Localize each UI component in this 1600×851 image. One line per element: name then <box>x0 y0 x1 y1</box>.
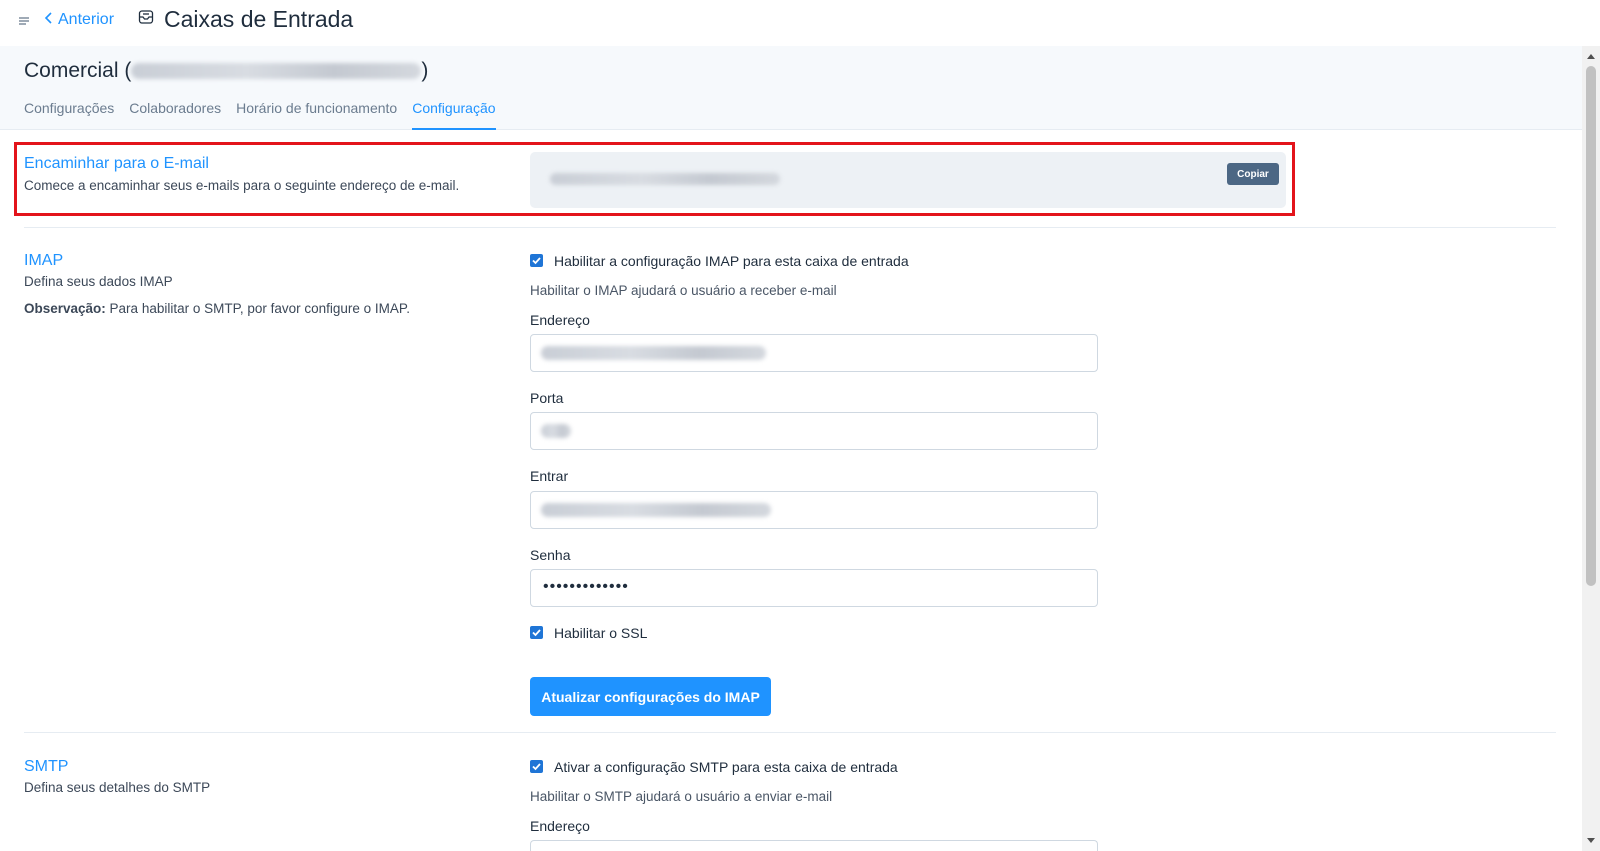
imap-note-text: Para habilitar o SMTP, por favor configu… <box>105 301 410 316</box>
imap-note: Observação: Para habilitar o SMTP, por f… <box>24 301 410 316</box>
imap-login-input[interactable] <box>530 491 1098 529</box>
imap-help: Habilitar o IMAP ajudará o usuário a rec… <box>530 283 837 298</box>
imap-description: Defina seus dados IMAP <box>24 274 173 289</box>
inbox-icon <box>138 9 154 30</box>
settings-tabs: Configurações Colaboradores Horário de f… <box>24 100 496 130</box>
page-title: Caixas de Entrada <box>164 5 354 32</box>
page-title-wrap: Caixas de Entrada <box>138 4 353 34</box>
tab-colaboradores[interactable]: Colaboradores <box>129 100 221 130</box>
imap-ssl-label[interactable]: Habilitar o SSL <box>554 625 647 641</box>
hamburger-icon[interactable] <box>18 14 30 26</box>
smtp-title: SMTP <box>24 758 69 775</box>
imap-login-label: Entrar <box>530 468 569 484</box>
imap-port-input[interactable] <box>530 412 1098 450</box>
imap-address-redacted <box>541 346 766 360</box>
imap-port-label: Porta <box>530 390 564 406</box>
scroll-up-icon[interactable] <box>1587 54 1595 59</box>
tab-configuracoes[interactable]: Configurações <box>24 100 114 130</box>
inbox-header: Comercial ( ) Configurações Colaboradore… <box>0 46 1582 130</box>
imap-port-redacted <box>541 424 571 438</box>
smtp-description: Defina seus detalhes do SMTP <box>24 780 211 795</box>
top-bar: Anterior Caixas de Entrada <box>0 0 1600 46</box>
imap-title: IMAP <box>24 252 64 269</box>
inbox-name: Comercial ( ) <box>24 59 428 83</box>
back-button[interactable]: Anterior <box>44 9 114 31</box>
imap-password-input[interactable]: ••••••••••••• <box>530 569 1098 607</box>
forward-email-redacted <box>550 173 780 185</box>
imap-enable-checkbox[interactable] <box>530 254 543 267</box>
scroll-thumb[interactable] <box>1586 66 1596 586</box>
forward-title: Encaminhar para o E-mail <box>24 155 209 172</box>
smtp-help: Habilitar o SMTP ajudará o usuário a env… <box>530 789 833 804</box>
smtp-address-label: Endereço <box>530 818 590 834</box>
imap-note-label: Observação: <box>24 301 106 316</box>
forward-email-field[interactable] <box>530 152 1286 208</box>
chevron-left-icon <box>44 11 54 30</box>
copy-button[interactable]: Copiar <box>1227 163 1279 185</box>
imap-address-input[interactable] <box>530 334 1098 372</box>
tab-horario[interactable]: Horário de funcionamento <box>236 100 397 130</box>
inbox-name-suffix: ) <box>421 59 429 82</box>
update-imap-button[interactable]: Atualizar configurações do IMAP <box>530 677 771 716</box>
scrollbar[interactable] <box>1582 46 1600 851</box>
divider <box>24 732 1556 733</box>
forward-description: Comece a encaminhar seus e-mails para o … <box>24 178 460 193</box>
imap-address-label: Endereço <box>530 312 590 328</box>
imap-login-redacted <box>541 503 771 517</box>
imap-enable-label[interactable]: Habilitar a configuração IMAP para esta … <box>554 253 909 269</box>
inbox-name-prefix: Comercial ( <box>24 59 132 82</box>
inbox-email-redacted <box>131 63 422 79</box>
divider <box>24 227 1556 228</box>
scroll-down-icon[interactable] <box>1587 838 1595 843</box>
smtp-enable-label[interactable]: Ativar a configuração SMTP para esta cai… <box>554 759 898 775</box>
imap-password-value: ••••••••••••• <box>543 578 629 595</box>
imap-ssl-checkbox[interactable] <box>530 626 543 639</box>
back-label: Anterior <box>58 11 115 28</box>
smtp-enable-checkbox[interactable] <box>530 760 543 773</box>
imap-password-label: Senha <box>530 547 571 563</box>
tab-configuracao[interactable]: Configuração <box>412 100 496 130</box>
smtp-address-input[interactable] <box>530 840 1098 851</box>
